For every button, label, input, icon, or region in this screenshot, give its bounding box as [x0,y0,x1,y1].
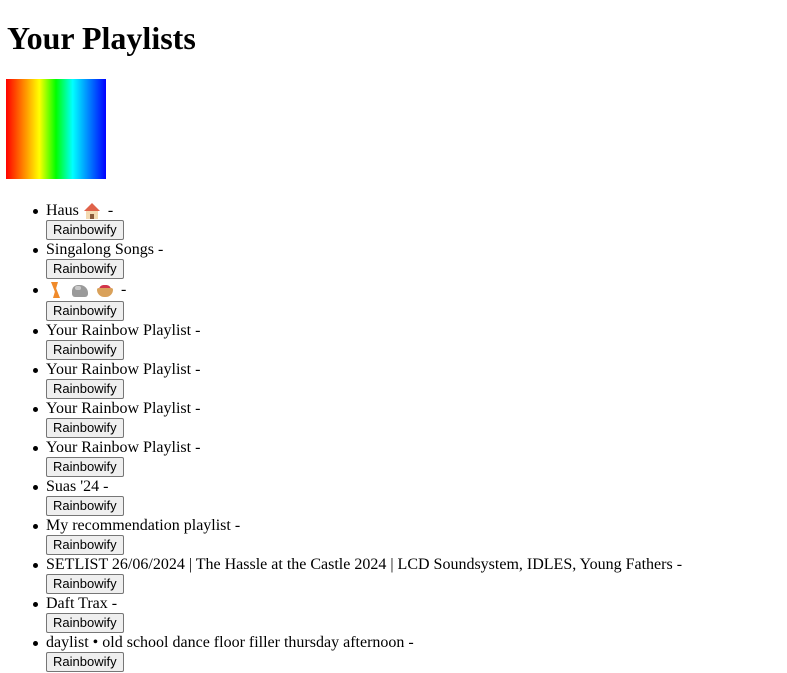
rainbowify-button[interactable]: Rainbowify [46,301,124,321]
playlist-item: Your Rainbow Playlist - Rainbowify [33,399,682,438]
rainbowify-button[interactable]: Rainbowify [46,535,124,555]
playlist-item: Your Rainbow Playlist - Rainbowify [33,360,682,399]
playlist-separator: - [676,556,683,573]
playlist-separator: - [111,595,118,612]
playlist-item: - Rainbowify [33,279,682,321]
bullet-dot [33,485,38,490]
house-icon [83,202,101,220]
rainbowify-button[interactable]: Rainbowify [46,340,124,360]
bullet-dot [33,641,38,646]
playlist-item: Your Rainbow Playlist - Rainbowify [33,438,682,477]
playlist-separator: - [234,517,241,534]
bullet-dot [33,368,38,373]
playlist-name: SETLIST 26/06/2024 | The Hassle at the C… [46,556,673,573]
playlist-separator: - [121,281,127,298]
playlist-separator: - [195,322,201,339]
rainbow-gradient-image [6,79,106,179]
playlist-separator: - [158,241,164,258]
rainbowify-button[interactable]: Rainbowify [46,652,124,672]
playlist-name: Daft Trax [46,595,108,612]
playlist-separator: - [408,634,414,651]
playlist-item: My recommendation playlist - Rainbowify [33,516,682,555]
rainbowify-button[interactable]: Rainbowify [46,220,124,240]
playlist-list: Haus - Rainbowify Singalong Songs - Rain… [0,201,682,672]
playlist-name: Your Rainbow Playlist [46,439,192,456]
playlist-separator: - [107,202,114,219]
rainbowify-button[interactable]: Rainbowify [46,613,124,633]
playlist-name: Your Rainbow Playlist [46,400,192,417]
rainbowify-button[interactable]: Rainbowify [46,418,124,438]
playlist-item: Suas '24 - Rainbowify [33,477,682,516]
bullet-dot [33,209,38,214]
playlist-item: Daft Trax - Rainbowify [33,594,682,633]
pie-icon [96,281,114,299]
bullet-dot [33,563,38,568]
rainbowify-button[interactable]: Rainbowify [46,259,124,279]
playlist-item: Singalong Songs - Rainbowify [33,240,682,279]
bullet-dot [33,288,38,293]
playlist-name: Your Rainbow Playlist [46,322,192,339]
playlist-separator: - [195,439,201,456]
playlist-item: Your Rainbow Playlist - Rainbowify [33,321,682,360]
bullet-dot [33,524,38,529]
page-title: Your Playlists [7,20,196,56]
bullet-dot [33,248,38,253]
playlist-name: My recommendation playlist [46,517,231,534]
bullet-dot [33,446,38,451]
playlist-separator: - [103,478,109,495]
playlist-item: daylist • old school dance floor filler … [33,633,682,672]
playlist-separator: - [195,361,201,378]
rock-icon [71,281,89,299]
playlist-name: daylist • old school dance floor filler … [46,634,405,651]
playlist-name: Suas '24 [46,478,100,495]
playlist-separator: - [195,400,201,417]
playlist-name: Your Rainbow Playlist [46,361,192,378]
lightning-icon [46,281,64,299]
bullet-dot [33,329,38,334]
playlist-item: Haus - Rainbowify [33,201,682,240]
rainbowify-button[interactable]: Rainbowify [46,379,124,399]
bullet-dot [33,407,38,412]
playlist-name: Haus [46,202,79,219]
rainbowify-button[interactable]: Rainbowify [46,496,124,516]
bullet-dot [33,602,38,607]
playlist-name: Singalong Songs [46,241,155,258]
playlist-item: SETLIST 26/06/2024 | The Hassle at the C… [33,555,683,594]
rainbowify-button[interactable]: Rainbowify [46,574,124,594]
rainbowify-button[interactable]: Rainbowify [46,457,124,477]
